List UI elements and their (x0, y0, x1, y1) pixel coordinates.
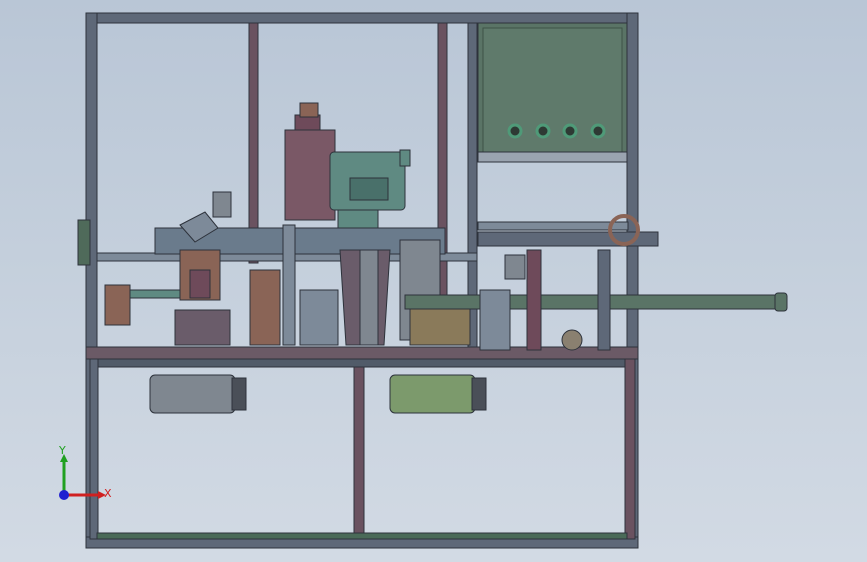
lower-mech-2 (104, 284, 131, 326)
slide-housing (337, 209, 379, 229)
right-mech-post (526, 249, 542, 351)
y-axis-label: Y (58, 444, 66, 457)
lower-motors (149, 374, 487, 414)
motor-right-body (389, 374, 476, 414)
motor-head-cap (399, 149, 411, 167)
cad-viewport[interactable]: X Y (0, 0, 867, 562)
lower-mech-1 (129, 289, 181, 299)
slide-post (359, 249, 379, 346)
motor-head-panel (349, 177, 389, 201)
control-button-icon[interactable] (562, 123, 578, 139)
frame-lower-post-right (624, 358, 636, 540)
machine-assembly-model[interactable] (0, 0, 867, 562)
control-button-icon[interactable] (590, 123, 606, 139)
z-axis-dot-icon (59, 490, 69, 500)
fixture-left-jaw (189, 269, 211, 299)
motor-left-body (149, 374, 236, 414)
x-axis-label: X (104, 487, 112, 500)
workbench-assembly (77, 102, 788, 351)
right-cylinder (504, 254, 526, 280)
frame-table-beam (85, 346, 639, 360)
press-column-cap (299, 102, 319, 118)
lower-mech-3 (299, 289, 339, 346)
feeder-block (212, 191, 232, 218)
motor-left-flange (231, 377, 247, 411)
press-column-body (284, 129, 336, 221)
control-cabinet (477, 22, 628, 163)
conveyor-arm-end (774, 292, 788, 312)
coordinate-triad: X Y (58, 444, 112, 500)
control-button-icon[interactable] (535, 123, 551, 139)
right-mech-post-2 (597, 249, 611, 351)
frame-bottom-rail (96, 532, 628, 540)
frame-top-beam (85, 12, 639, 24)
middle-block (249, 269, 281, 346)
conveyor-arm (404, 294, 786, 310)
right-roller (561, 329, 583, 351)
middle-post (282, 224, 296, 346)
left-side-bracket (77, 219, 91, 266)
frame-upper-post-1 (248, 22, 259, 264)
work-beam-right-top (477, 221, 629, 231)
right-mech-block (479, 289, 511, 351)
fixture-left-base (174, 309, 231, 346)
cabinet-bottom-strip (477, 151, 628, 163)
motor-right-flange (471, 377, 487, 411)
frame-lower-post-mid (353, 366, 365, 538)
control-button-icon[interactable] (507, 123, 523, 139)
frame-table-lip (96, 358, 628, 368)
